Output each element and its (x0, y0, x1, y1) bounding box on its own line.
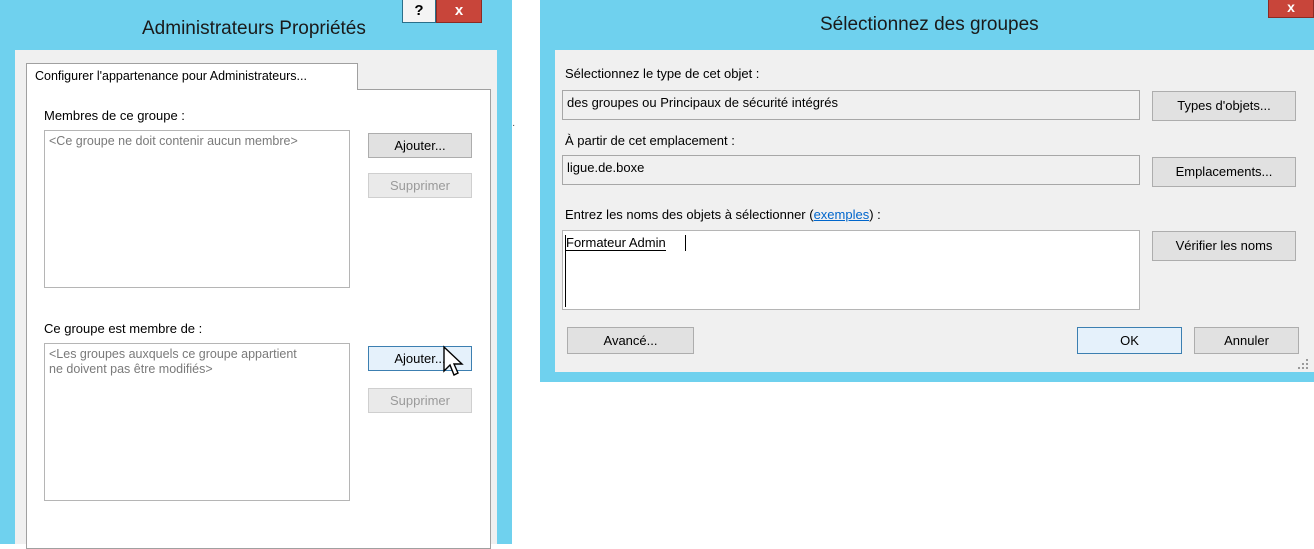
text-left-edge (565, 235, 566, 307)
object-names-label: Entrez les noms des objets à sélectionne… (565, 207, 881, 222)
member-of-listbox[interactable]: <Les groupes auxquels ce groupe appartie… (44, 343, 350, 501)
object-names-input[interactable]: Formateur Admin (562, 230, 1140, 310)
member-of-placeholder-line1: <Les groupes auxquels ce groupe appartie… (49, 347, 297, 361)
mouse-cursor-icon (443, 345, 464, 376)
object-type-label: Sélectionnez le type de cet objet : (565, 66, 760, 81)
object-names-label-suffix: ) : (869, 207, 881, 222)
edge-mark: · (512, 120, 516, 131)
member-of-label: Ce groupe est membre de : (44, 321, 203, 336)
check-names-button[interactable]: Vérifier les noms (1152, 231, 1296, 261)
members-placeholder: <Ce groupe ne doit contenir aucun membre… (49, 134, 298, 148)
remove-member-button[interactable]: Supprimer (368, 173, 472, 198)
remove-group-button[interactable]: Supprimer (368, 388, 472, 413)
window-title: Administrateurs Propriétés (142, 18, 366, 39)
object-names-value: Formateur Admin (566, 235, 666, 251)
advanced-button[interactable]: Avancé... (567, 327, 694, 354)
locations-button[interactable]: Emplacements... (1152, 157, 1296, 187)
members-label: Membres de ce groupe : (44, 108, 185, 123)
close-button[interactable]: x (1268, 0, 1314, 18)
object-type-field[interactable]: des groupes ou Principaux de sécurité in… (562, 90, 1140, 120)
ok-button[interactable]: OK (1077, 327, 1182, 354)
member-of-placeholder-line2: ne doivent pas être modifiés> (49, 362, 213, 376)
window-title: Sélectionnez des groupes (820, 14, 1039, 35)
resize-grip-icon[interactable] (1297, 358, 1309, 370)
text-cursor (685, 235, 686, 251)
location-field[interactable]: ligue.de.boxe (562, 155, 1140, 185)
object-types-button[interactable]: Types d'objets... (1152, 91, 1296, 121)
cancel-button[interactable]: Annuler (1194, 327, 1299, 354)
close-button[interactable]: x (436, 0, 482, 23)
help-button[interactable]: ? (402, 0, 436, 23)
examples-link[interactable]: exemples (814, 207, 870, 222)
background-gap (512, 0, 520, 544)
add-member-button[interactable]: Ajouter... (368, 133, 472, 158)
members-listbox[interactable]: <Ce groupe ne doit contenir aucun membre… (44, 130, 350, 288)
location-label: À partir de cet emplacement : (565, 133, 735, 148)
object-names-label-prefix: Entrez les noms des objets à sélectionne… (565, 207, 814, 222)
tab-membership[interactable]: Configurer l'appartenance pour Administr… (26, 63, 358, 90)
